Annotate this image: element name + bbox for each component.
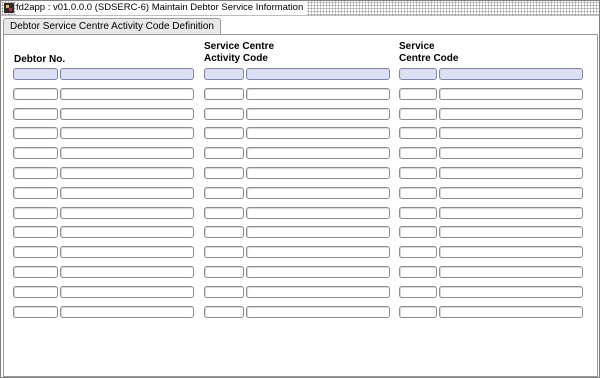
centre-code-field[interactable] xyxy=(399,108,437,120)
activity-description-field[interactable] xyxy=(246,68,390,80)
centre-description-field[interactable] xyxy=(439,306,583,318)
centre-description-field[interactable] xyxy=(439,147,583,159)
activity-description-field[interactable] xyxy=(246,246,390,258)
centre-description-field[interactable] xyxy=(439,226,583,238)
column-header-debtor-no: Debtor No. xyxy=(14,54,66,65)
activity-code-field[interactable] xyxy=(204,187,244,199)
debtor-name-field[interactable] xyxy=(60,207,194,219)
activity-description-field[interactable] xyxy=(246,226,390,238)
centre-description-field[interactable] xyxy=(439,167,583,179)
activity-description-field[interactable] xyxy=(246,286,390,298)
debtor-no-field[interactable] xyxy=(13,306,58,318)
debtor-name-field[interactable] xyxy=(60,286,194,298)
debtor-name-field[interactable] xyxy=(60,226,194,238)
debtor-no-field[interactable] xyxy=(13,167,58,179)
activity-description-field[interactable] xyxy=(246,88,390,100)
debtor-no-field[interactable] xyxy=(13,187,58,199)
centre-description-field[interactable] xyxy=(439,88,583,100)
activity-description-field[interactable] xyxy=(246,127,390,139)
activity-description-field[interactable] xyxy=(246,266,390,278)
debtor-no-field[interactable] xyxy=(13,266,58,278)
activity-description-field[interactable] xyxy=(246,207,390,219)
activity-description-field[interactable] xyxy=(246,306,390,318)
activity-description-field[interactable] xyxy=(246,167,390,179)
activity-description-field[interactable] xyxy=(246,147,390,159)
activity-description-field[interactable] xyxy=(246,108,390,120)
debtor-no-field[interactable] xyxy=(13,147,58,159)
centre-code-field[interactable] xyxy=(399,226,437,238)
centre-code-field[interactable] xyxy=(399,286,437,298)
centre-code-field[interactable] xyxy=(399,167,437,179)
tab-debtor-service-centre-activity-code-definition[interactable]: Debtor Service Centre Activity Code Defi… xyxy=(3,18,221,35)
centre-code-field[interactable] xyxy=(399,187,437,199)
activity-code-field[interactable] xyxy=(204,147,244,159)
debtor-no-field[interactable] xyxy=(13,127,58,139)
activity-description-field[interactable] xyxy=(246,187,390,199)
tab-bar: Debtor Service Centre Activity Code Defi… xyxy=(1,16,599,35)
app-window: fd2app : v01.0.0.0 (SDSERC-6) Maintain D… xyxy=(0,0,600,378)
debtor-name-field[interactable] xyxy=(60,108,194,120)
centre-code-field[interactable] xyxy=(399,266,437,278)
debtor-name-field[interactable] xyxy=(60,167,194,179)
centre-code-field[interactable] xyxy=(399,147,437,159)
debtor-name-field[interactable] xyxy=(60,266,194,278)
debtor-no-field[interactable] xyxy=(13,207,58,219)
activity-code-field[interactable] xyxy=(204,127,244,139)
column-header-service-centre-activity-code: Service Centre Activity Code xyxy=(204,41,275,64)
debtor-no-field[interactable] xyxy=(13,108,58,120)
debtor-name-field[interactable] xyxy=(60,147,194,159)
activity-code-field[interactable] xyxy=(204,167,244,179)
centre-description-field[interactable] xyxy=(439,127,583,139)
debtor-name-field[interactable] xyxy=(60,127,194,139)
activity-code-field[interactable] xyxy=(204,286,244,298)
debtor-name-field[interactable] xyxy=(60,187,194,199)
debtor-no-field[interactable] xyxy=(13,246,58,258)
debtor-name-field[interactable] xyxy=(60,88,194,100)
debtor-no-field[interactable] xyxy=(13,88,58,100)
centre-code-field[interactable] xyxy=(399,246,437,258)
centre-description-field[interactable] xyxy=(439,187,583,199)
centre-description-field[interactable] xyxy=(439,68,583,80)
activity-code-field[interactable] xyxy=(204,88,244,100)
centre-description-field[interactable] xyxy=(439,207,583,219)
activity-code-field[interactable] xyxy=(204,306,244,318)
centre-description-field[interactable] xyxy=(439,266,583,278)
activity-code-field[interactable] xyxy=(204,246,244,258)
centre-code-field[interactable] xyxy=(399,207,437,219)
centre-description-field[interactable] xyxy=(439,108,583,120)
activity-code-field[interactable] xyxy=(204,226,244,238)
debtor-name-field[interactable] xyxy=(60,246,194,258)
activity-code-field[interactable] xyxy=(204,266,244,278)
centre-code-field[interactable] xyxy=(399,88,437,100)
activity-code-field[interactable] xyxy=(204,68,244,80)
activity-code-field[interactable] xyxy=(204,207,244,219)
centre-description-field[interactable] xyxy=(439,286,583,298)
column-header-service-centre-code: Service Centre Code xyxy=(399,41,459,64)
form-panel: Debtor No. Service Centre Activity Code … xyxy=(3,34,598,377)
centre-code-field[interactable] xyxy=(399,127,437,139)
debtor-name-field[interactable] xyxy=(60,68,194,80)
title-bar[interactable]: fd2app : v01.0.0.0 (SDSERC-6) Maintain D… xyxy=(1,1,599,16)
debtor-no-field[interactable] xyxy=(13,68,58,80)
debtor-no-field[interactable] xyxy=(13,226,58,238)
debtor-no-field[interactable] xyxy=(13,286,58,298)
centre-description-field[interactable] xyxy=(439,246,583,258)
window-title: fd2app : v01.0.0.0 (SDSERC-6) Maintain D… xyxy=(16,1,308,15)
debtor-name-field[interactable] xyxy=(60,306,194,318)
activity-code-field[interactable] xyxy=(204,108,244,120)
app-icon xyxy=(4,3,14,13)
centre-code-field[interactable] xyxy=(399,68,437,80)
centre-code-field[interactable] xyxy=(399,306,437,318)
